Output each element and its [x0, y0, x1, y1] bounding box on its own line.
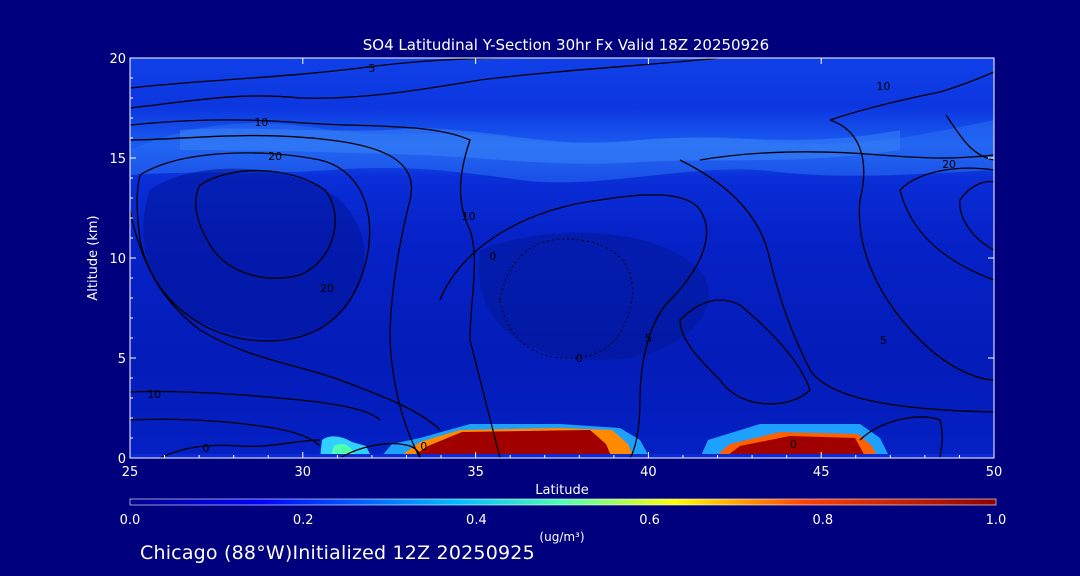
contour-label: 20 [320, 282, 334, 295]
colorbar-ticks: 0.0 0.2 0.4 0.6 0.8 1.0 [120, 513, 1007, 528]
contour-label: 5 [645, 332, 652, 345]
footer-initialized: Initialized 12Z 20250925 [292, 542, 535, 564]
contour-label: 10 [462, 210, 476, 223]
y-tick-label: 20 [109, 52, 126, 67]
contour-label: 10 [254, 116, 268, 129]
contour-label: 10 [147, 388, 161, 401]
colorbar-tick-label: 0.6 [639, 513, 660, 528]
contour-label: 0 [420, 440, 427, 453]
colorbar-tick-label: 1.0 [986, 513, 1007, 528]
y-axis-label: Altitude (km) [86, 215, 101, 300]
x-tick-label: 45 [813, 465, 830, 480]
contour-label: 0 [576, 352, 583, 365]
x-tick-label: 50 [986, 465, 1003, 480]
colorbar-tick-label: 0.4 [466, 513, 487, 528]
contour-label: 0 [203, 442, 210, 455]
contour-label: 5 [368, 62, 375, 75]
contour-label: 0 [489, 250, 496, 263]
contour-label: 0 [790, 438, 797, 451]
colorbar-tick-label: 0.0 [120, 513, 141, 528]
x-tick-label: 35 [467, 465, 484, 480]
colorbar-units: (ug/m³) [539, 530, 584, 544]
footer-caption: Chicago (88°W)Initialized 12Z 20250925 [140, 542, 535, 564]
contour-label: 20 [942, 158, 956, 171]
colorbar-tick-label: 0.8 [812, 513, 833, 528]
contour-label: 5 [880, 334, 887, 347]
y-tick-label: 5 [118, 352, 126, 367]
contour-label: 10 [876, 80, 890, 93]
y-tick-label: 10 [109, 252, 126, 267]
chart-title: SO4 Latitudinal Y-Section 30hr Fx Valid … [363, 36, 769, 54]
colorbar [129, 498, 997, 506]
x-axis-label: Latitude [535, 483, 589, 498]
x-tick-label: 40 [640, 465, 657, 480]
x-tick-label: 25 [122, 465, 139, 480]
colorbar-tick-label: 0.2 [293, 513, 314, 528]
y-tick-label: 15 [109, 152, 126, 167]
footer-location: Chicago (88°W) [140, 542, 293, 564]
surface-strip [130, 454, 994, 458]
plot-area: 10 20 5 10 20 10 0 0 0 5 0 0 5 10 20 [130, 58, 994, 458]
y-tick-label: 0 [118, 452, 126, 467]
contour-label: 20 [268, 150, 282, 163]
x-tick-label: 30 [295, 465, 312, 480]
chart-figure: SO4 Latitudinal Y-Section 30hr Fx Valid … [86, 36, 1007, 544]
